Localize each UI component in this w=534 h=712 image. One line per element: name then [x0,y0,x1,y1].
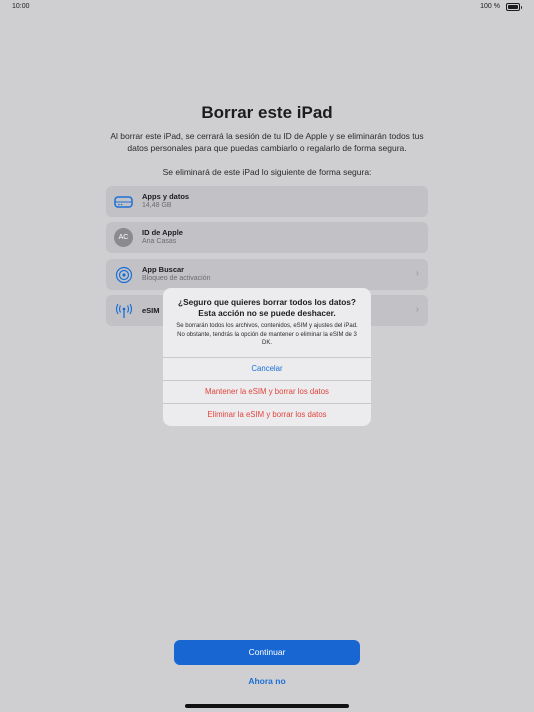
dialog-message: Se borrarán todos los archivos, contenid… [176,323,358,346]
keep-esim-erase-button[interactable]: Mantener la eSIM y borrar los datos [163,380,371,403]
not-now-button[interactable]: Ahora no [0,676,534,686]
avatar: AC [114,228,133,247]
continue-button[interactable]: Continuar [174,640,360,665]
status-time: 10:00 [12,3,30,10]
page-description: Al borrar este iPad, se cerrará la sesió… [110,131,424,153]
chevron-right-icon: › [415,304,419,315]
confirm-erase-dialog: ¿Seguro que quieres borrar todos los dat… [163,288,371,426]
item-subtitle: Bloqueo de activación [142,275,211,282]
list-item-find-my[interactable]: App Buscar Bloqueo de activación › [106,259,428,290]
cancel-button[interactable]: Cancelar [163,357,371,380]
item-title: ID de Apple [142,228,183,237]
list-item-apple-id: AC ID de Apple Ana Casas [106,222,428,253]
remove-esim-erase-button[interactable]: Eliminar la eSIM y borrar los datos [163,403,371,426]
dialog-title: ¿Seguro que quieres borrar todos los dat… [178,297,356,318]
page-title: Borrar este iPad [201,103,333,122]
storage-icon [114,192,133,211]
page-subheading: Se eliminará de este iPad lo siguiente d… [162,167,372,177]
battery-icon [506,3,522,11]
battery-percent: 100 % [480,3,500,10]
item-title: App Buscar [142,265,185,274]
item-subtitle: Ana Casas [142,238,177,245]
status-bar: 10:00 100 % [0,0,534,14]
item-title: Apps y datos [142,192,190,201]
home-indicator [185,704,349,708]
list-item-apps-data: Apps y datos 14,48 GB [106,186,428,217]
find-my-icon [114,265,133,284]
chevron-right-icon: › [415,268,419,279]
item-title: eSIM [142,306,160,315]
item-subtitle: 14,48 GB [142,202,172,209]
antenna-icon [114,301,133,320]
